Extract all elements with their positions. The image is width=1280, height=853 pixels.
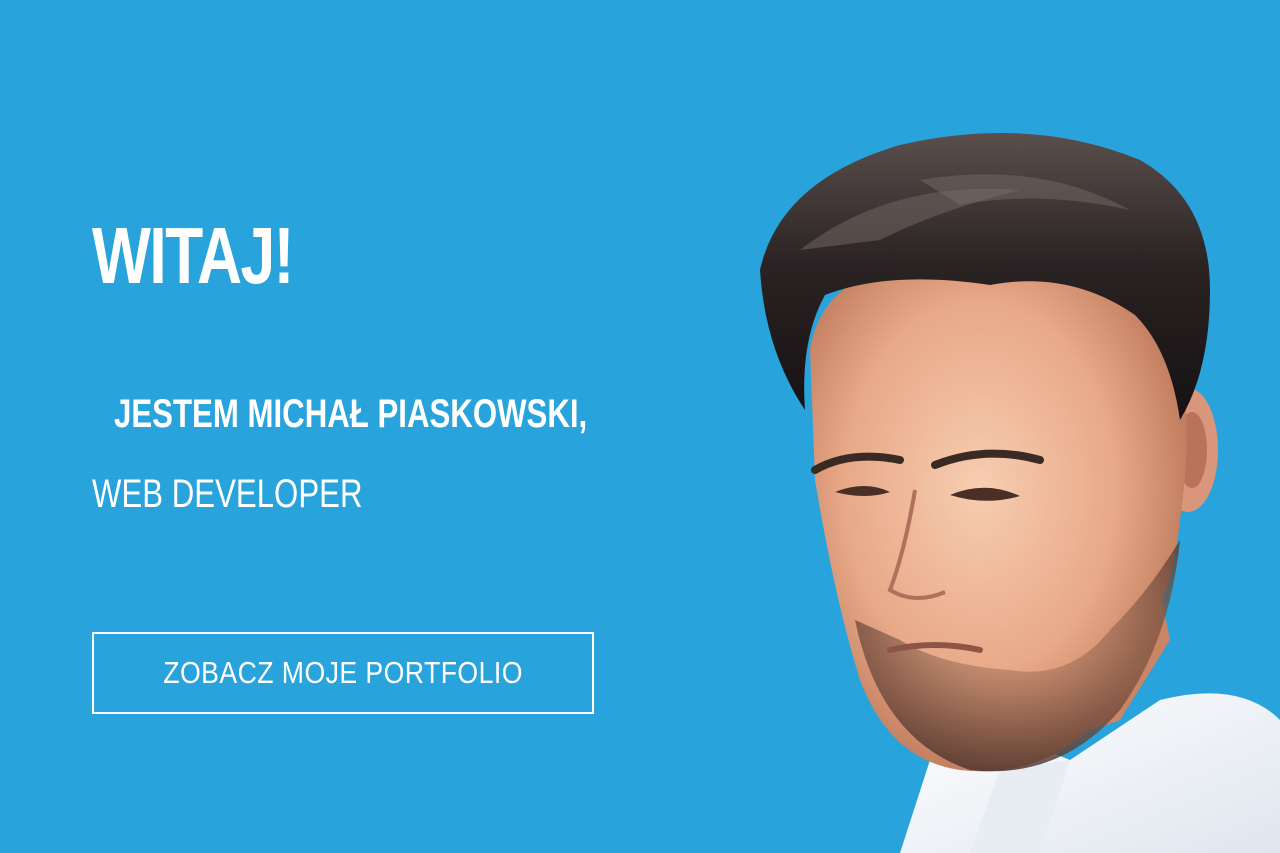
hero-role: WEB DEVELOPER (92, 472, 363, 516)
hero-content: WITAJ! JESTEM MICHAŁ PIASKOWSKI, WEB DEV… (92, 0, 712, 853)
portrait-illustration (760, 133, 1280, 853)
hero-intro: JESTEM MICHAŁ PIASKOWSKI, (114, 392, 588, 436)
portrait-photo (740, 120, 1280, 853)
hero-section: WITAJ! JESTEM MICHAŁ PIASKOWSKI, WEB DEV… (0, 0, 1280, 853)
hero-greeting: WITAJ! (92, 211, 294, 300)
portfolio-button-label: ZOBACZ MOJE PORTFOLIO (163, 655, 523, 690)
portfolio-button[interactable]: ZOBACZ MOJE PORTFOLIO (92, 632, 594, 714)
